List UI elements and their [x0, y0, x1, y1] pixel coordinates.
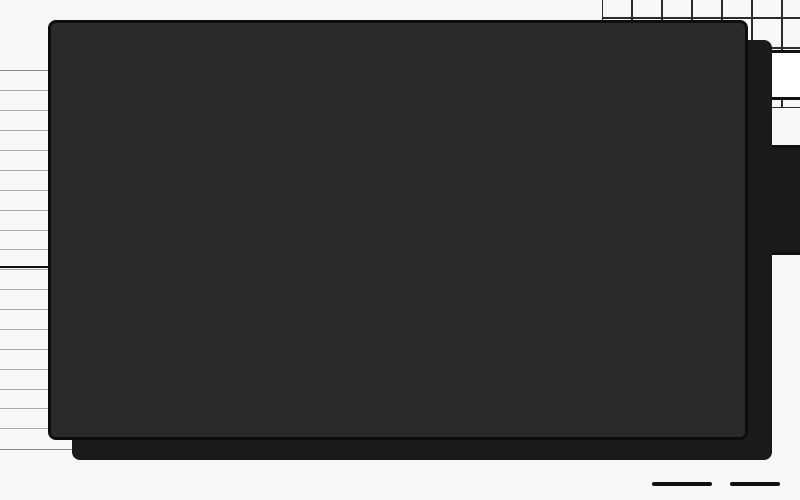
code-editor-preview: [48, 20, 748, 440]
underline-decoration: [652, 482, 780, 486]
